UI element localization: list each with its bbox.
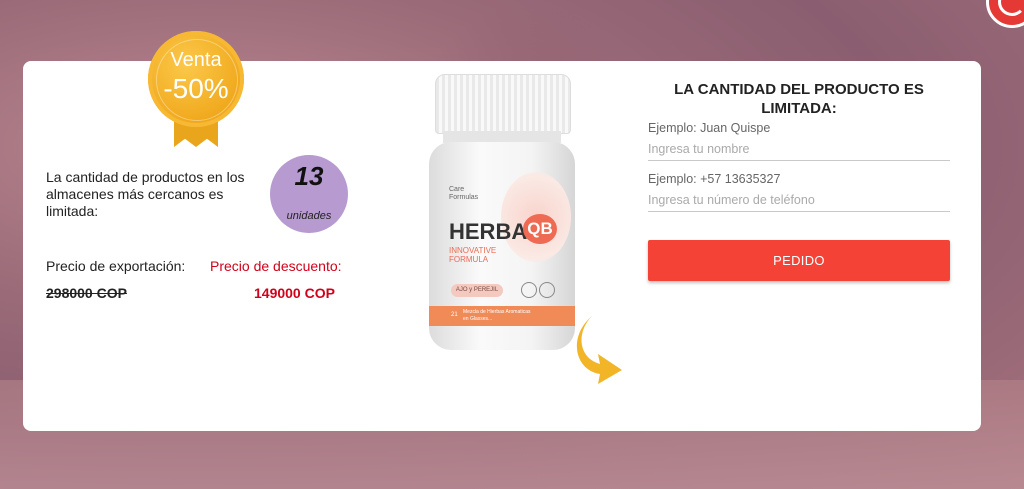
badge-discount: -50%	[163, 73, 229, 104]
stock-text: La cantidad de productos en los almacene…	[46, 169, 245, 219]
corner-button[interactable]	[986, 0, 1024, 28]
curved-arrow-icon	[576, 316, 622, 384]
discount-price-label: Precio de descuento:	[210, 258, 342, 274]
badge-medal: Venta -50%	[148, 31, 244, 127]
brand-small-text: Care Formulas	[449, 186, 479, 201]
units-label: unidades	[286, 210, 332, 222]
band-text: Mezcla de Hierbas Aromaticas en Glasses.…	[463, 309, 531, 322]
product-band: 21 Mezcla de Hierbas Aromaticas en Glass…	[429, 306, 575, 326]
order-button[interactable]: PEDIDO	[648, 240, 950, 281]
units-badge: 13 unidades	[270, 155, 348, 233]
phone-input[interactable]	[648, 189, 950, 212]
bottle-body: Care Formulas HERBA QB INNOVATIVE FORMUL…	[429, 142, 575, 350]
export-price-label: Precio de exportación:	[46, 258, 186, 274]
product-tagline: INNOVATIVE FORMULA	[449, 246, 497, 264]
phone-field-label: Ejemplo: +57 13635327	[648, 172, 781, 186]
product-image: Care Formulas HERBA QB INNOVATIVE FORMUL…	[427, 74, 577, 350]
product-name: HERBA	[449, 219, 528, 244]
old-price: 298000 COP	[46, 285, 127, 301]
band-count: 21	[451, 312, 458, 318]
form-title: LA CANTIDAD DEL PRODUCTO ES LIMITADA:	[674, 81, 924, 117]
certification-icons	[521, 282, 565, 298]
badge-line1: Venta	[170, 49, 222, 71]
product-pill-label: AJO y PEREJIL	[451, 284, 503, 297]
name-field-label: Ejemplo: Juan Quispe	[648, 121, 771, 135]
name-input[interactable]	[648, 138, 950, 161]
sale-badge: Venta -50%	[148, 31, 244, 147]
bottle-cap	[435, 74, 571, 134]
units-count: 13	[294, 161, 324, 191]
product-name-badge: QB	[523, 214, 557, 244]
new-price: 149000 COP	[254, 285, 335, 301]
